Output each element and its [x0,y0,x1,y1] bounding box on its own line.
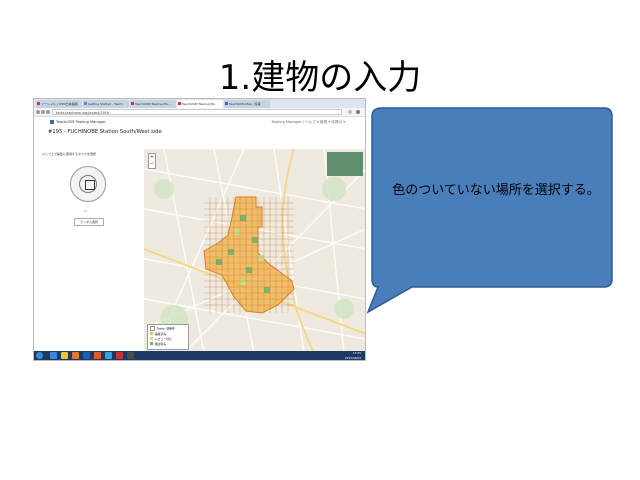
panel-prompt: マップ上で編集に使用するタスクを選択 [42,152,97,156]
star-icon[interactable] [348,110,352,114]
map-legend: Tasks: 使用中 編集済み レビュー待ち 確認済み [147,324,189,350]
slide-title: 1.建物の入力 [218,58,422,98]
home-icon[interactable] [50,120,54,124]
browser-tab[interactable]: TeachOSM Map - 投票 [224,100,270,108]
back-icon[interactable] [36,110,40,114]
zoom-control[interactable]: + − [148,153,156,169]
zoom-in-icon[interactable]: + [149,154,155,161]
start-icon[interactable] [36,352,43,359]
zoom-out-icon[interactable]: − [149,161,155,168]
address-bar: tasks.teachosm.org/project/195# [34,108,365,117]
or-label: or [84,209,88,213]
app-icon[interactable] [127,352,134,359]
app-header: TeachOSM Tasking Manager Tasking Manager… [34,117,365,127]
acrobat-icon[interactable] [116,352,123,359]
tab-favicon-icon [131,102,134,105]
browser-tab[interactable]: TeachOSM Tasking Ma... [130,100,176,108]
app-brand[interactable]: TeachOSM Tasking Manager [56,117,106,127]
forward-icon[interactable] [41,110,45,114]
browser-screenshot: ソーシャル | OSM日本語版 Getting Started - Teach … [33,98,366,361]
url-field[interactable]: tasks.teachosm.org/project/195# [52,109,342,115]
map-canvas[interactable] [144,149,366,353]
powerpoint-icon[interactable] [94,352,101,359]
legend-swatch [150,326,155,331]
refresh-icon[interactable] [46,110,50,114]
locator-cell [85,180,95,190]
project-title: #195 - FUCHINOBE Station South/West side [48,129,162,135]
random-select-button[interactable]: ランダム選択 [74,218,104,226]
word-icon[interactable] [83,352,90,359]
task-map[interactable]: + − Tasks: 使用中 編集済み レビュー待ち 確認済み [144,149,366,353]
tab-favicon-icon [84,102,87,105]
ie-icon[interactable] [50,352,57,359]
legend-swatch [150,342,153,345]
app-menu[interactable]: Tasking Manager / ヘルプ ▾ 新規 ▾ 未提示 ▾ [271,117,345,127]
task-panel: マップ上で編集に使用するタスクを選択 or ランダム選択 [34,149,144,353]
browser-tab[interactable]: ソーシャル | OSM日本語版 [36,100,82,108]
minimap[interactable] [327,152,363,176]
tab-favicon-icon [178,102,181,105]
legend-item: 確認済み [150,342,186,347]
legend-swatch [150,332,153,335]
browser-tab-active[interactable]: TeachOSM Tasking Ma [177,100,223,108]
tab-favicon-icon [225,102,228,105]
project-tabs: インストラクション寄与活動状況統計 [40,140,123,158]
taskbar-clock[interactable]: 17:55 2015/06/29 [345,351,361,360]
settings-icon[interactable] [356,110,360,114]
browser-tab[interactable]: Getting Started - Teach [83,100,129,108]
browser-tab-bar: ソーシャル | OSM日本語版 Getting Started - Teach … [34,99,365,108]
app-icon[interactable] [105,352,112,359]
media-icon[interactable] [72,352,79,359]
tab-favicon-icon [37,102,40,105]
legend-swatch [150,337,153,340]
windows-taskbar: 17:55 2015/06/29 [34,351,365,360]
callout-text: 色のついていない場所を選択する。 [392,183,600,198]
task-locator-graphic[interactable] [70,166,106,202]
folder-icon[interactable] [61,352,68,359]
